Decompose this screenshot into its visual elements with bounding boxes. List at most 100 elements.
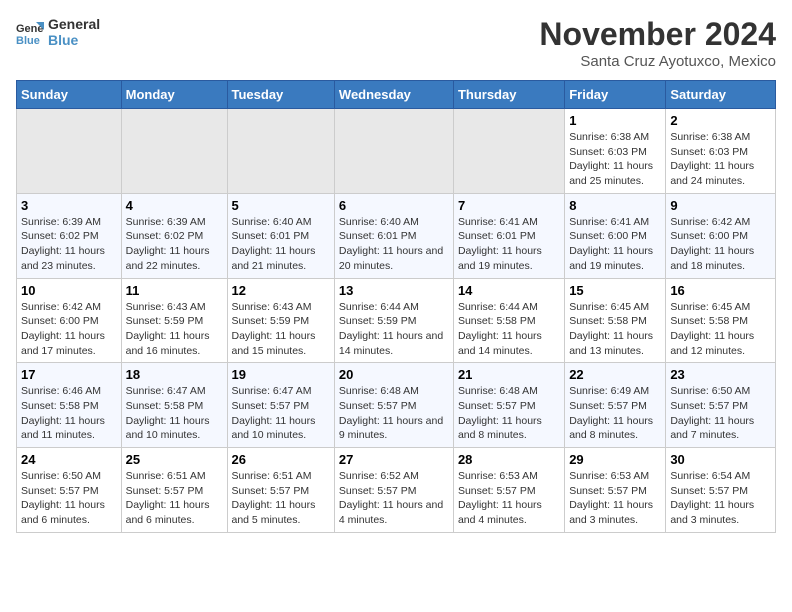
- day-number: 2: [670, 113, 771, 128]
- day-info: Sunrise: 6:51 AMSunset: 5:57 PMDaylight:…: [126, 469, 223, 528]
- day-info: Sunrise: 6:50 AMSunset: 5:57 PMDaylight:…: [21, 469, 117, 528]
- calendar-table: SundayMondayTuesdayWednesdayThursdayFrid…: [16, 80, 776, 533]
- calendar-cell: 28 Sunrise: 6:53 AMSunset: 5:57 PMDayligh…: [453, 448, 564, 533]
- calendar-cell: 3Sunrise: 6:39 AMSunset: 6:02 PMDaylight…: [17, 193, 122, 278]
- day-number: 21: [458, 367, 560, 382]
- calendar-cell: 15 Sunrise: 6:45 AMSunset: 5:58 PMDayligh…: [565, 278, 666, 363]
- calendar-cell: 11 Sunrise: 6:43 AMSunset: 5:59 PMDayligh…: [121, 278, 227, 363]
- weekday-header-tuesday: Tuesday: [227, 81, 334, 109]
- calendar-cell: 2Sunrise: 6:38 AMSunset: 6:03 PMDaylight…: [666, 109, 776, 194]
- calendar-cell: 17 Sunrise: 6:46 AMSunset: 5:58 PMDayligh…: [17, 363, 122, 448]
- day-number: 7: [458, 198, 560, 213]
- calendar-week-3: 10 Sunrise: 6:42 AMSunset: 6:00 PMDayligh…: [17, 278, 776, 363]
- day-info: Sunrise: 6:40 AMSunset: 6:01 PMDaylight:…: [232, 215, 330, 274]
- day-info: Sunrise: 6:54 AMSunset: 5:57 PMDaylight:…: [670, 469, 771, 528]
- weekday-header-wednesday: Wednesday: [334, 81, 453, 109]
- calendar-cell: 10 Sunrise: 6:42 AMSunset: 6:00 PMDayligh…: [17, 278, 122, 363]
- calendar-cell: 1Sunrise: 6:38 AMSunset: 6:03 PMDaylight…: [565, 109, 666, 194]
- day-info: Sunrise: 6:45 AMSunset: 5:58 PMDaylight:…: [569, 300, 661, 359]
- day-number: 4: [126, 198, 223, 213]
- month-title: November 2024: [539, 16, 776, 53]
- calendar-cell: 18 Sunrise: 6:47 AMSunset: 5:58 PMDayligh…: [121, 363, 227, 448]
- day-number: 14: [458, 283, 560, 298]
- day-number: 27: [339, 452, 449, 467]
- day-info: Sunrise: 6:48 AMSunset: 5:57 PMDaylight:…: [458, 384, 560, 443]
- calendar-cell: 23Sunrise: 6:50 AMSunset: 5:57 PMDayligh…: [666, 363, 776, 448]
- calendar-cell: 22 Sunrise: 6:49 AMSunset: 5:57 PMDayligh…: [565, 363, 666, 448]
- day-number: 5: [232, 198, 330, 213]
- calendar-cell: 14 Sunrise: 6:44 AMSunset: 5:58 PMDayligh…: [453, 278, 564, 363]
- day-info: Sunrise: 6:42 AMSunset: 6:00 PMDaylight:…: [670, 215, 771, 274]
- weekday-header-friday: Friday: [565, 81, 666, 109]
- day-number: 8: [569, 198, 661, 213]
- day-info: Sunrise: 6:41 AMSunset: 6:00 PMDaylight:…: [569, 215, 661, 274]
- day-number: 13: [339, 283, 449, 298]
- day-info: Sunrise: 6:43 AMSunset: 5:59 PMDaylight:…: [232, 300, 330, 359]
- calendar-cell: 30Sunrise: 6:54 AMSunset: 5:57 PMDayligh…: [666, 448, 776, 533]
- calendar-cell: 25 Sunrise: 6:51 AMSunset: 5:57 PMDayligh…: [121, 448, 227, 533]
- day-number: 19: [232, 367, 330, 382]
- weekday-header-thursday: Thursday: [453, 81, 564, 109]
- calendar-week-5: 24 Sunrise: 6:50 AMSunset: 5:57 PMDayligh…: [17, 448, 776, 533]
- calendar-cell: 24 Sunrise: 6:50 AMSunset: 5:57 PMDayligh…: [17, 448, 122, 533]
- calendar-header: SundayMondayTuesdayWednesdayThursdayFrid…: [17, 81, 776, 109]
- day-info: Sunrise: 6:49 AMSunset: 5:57 PMDaylight:…: [569, 384, 661, 443]
- calendar-cell: [121, 109, 227, 194]
- day-info: Sunrise: 6:39 AMSunset: 6:02 PMDaylight:…: [21, 215, 117, 274]
- day-number: 25: [126, 452, 223, 467]
- day-info: Sunrise: 6:47 AMSunset: 5:58 PMDaylight:…: [126, 384, 223, 443]
- day-info: Sunrise: 6:41 AMSunset: 6:01 PMDaylight:…: [458, 215, 560, 274]
- calendar-cell: 5 Sunrise: 6:40 AMSunset: 6:01 PMDaylight…: [227, 193, 334, 278]
- day-number: 29: [569, 452, 661, 467]
- day-number: 10: [21, 283, 117, 298]
- day-info: Sunrise: 6:42 AMSunset: 6:00 PMDaylight:…: [21, 300, 117, 359]
- day-number: 20: [339, 367, 449, 382]
- day-info: Sunrise: 6:44 AMSunset: 5:58 PMDaylight:…: [458, 300, 560, 359]
- calendar-cell: 21 Sunrise: 6:48 AMSunset: 5:57 PMDayligh…: [453, 363, 564, 448]
- weekday-header-sunday: Sunday: [17, 81, 122, 109]
- day-info: Sunrise: 6:44 AMSunset: 5:59 PMDaylight:…: [339, 300, 449, 359]
- calendar-cell: 20 Sunrise: 6:48 AMSunset: 5:57 PMDayligh…: [334, 363, 453, 448]
- day-info: Sunrise: 6:43 AMSunset: 5:59 PMDaylight:…: [126, 300, 223, 359]
- calendar-cell: [334, 109, 453, 194]
- day-info: Sunrise: 6:40 AMSunset: 6:01 PMDaylight:…: [339, 215, 449, 274]
- day-number: 11: [126, 283, 223, 298]
- day-info: Sunrise: 6:53 AMSunset: 5:57 PMDaylight:…: [458, 469, 560, 528]
- day-number: 23: [670, 367, 771, 382]
- calendar-week-1: 1Sunrise: 6:38 AMSunset: 6:03 PMDaylight…: [17, 109, 776, 194]
- calendar-cell: 4 Sunrise: 6:39 AMSunset: 6:02 PMDaylight…: [121, 193, 227, 278]
- calendar-cell: [227, 109, 334, 194]
- day-info: Sunrise: 6:47 AMSunset: 5:57 PMDaylight:…: [232, 384, 330, 443]
- day-info: Sunrise: 6:51 AMSunset: 5:57 PMDaylight:…: [232, 469, 330, 528]
- calendar-cell: 26 Sunrise: 6:51 AMSunset: 5:57 PMDayligh…: [227, 448, 334, 533]
- day-info: Sunrise: 6:48 AMSunset: 5:57 PMDaylight:…: [339, 384, 449, 443]
- day-number: 28: [458, 452, 560, 467]
- day-number: 12: [232, 283, 330, 298]
- weekday-header-saturday: Saturday: [666, 81, 776, 109]
- logo: General Blue General Blue: [16, 16, 100, 48]
- calendar-cell: 29Sunrise: 6:53 AMSunset: 5:57 PMDayligh…: [565, 448, 666, 533]
- weekday-header-monday: Monday: [121, 81, 227, 109]
- day-info: Sunrise: 6:46 AMSunset: 5:58 PMDaylight:…: [21, 384, 117, 443]
- day-number: 1: [569, 113, 661, 128]
- calendar-cell: 9 Sunrise: 6:42 AMSunset: 6:00 PMDaylight…: [666, 193, 776, 278]
- calendar-cell: 6 Sunrise: 6:40 AMSunset: 6:01 PMDaylight…: [334, 193, 453, 278]
- day-number: 17: [21, 367, 117, 382]
- logo-line1: General: [48, 16, 100, 32]
- day-number: 24: [21, 452, 117, 467]
- day-number: 22: [569, 367, 661, 382]
- calendar-week-4: 17 Sunrise: 6:46 AMSunset: 5:58 PMDayligh…: [17, 363, 776, 448]
- location-subtitle: Santa Cruz Ayotuxco, Mexico: [539, 53, 776, 70]
- calendar-cell: 8 Sunrise: 6:41 AMSunset: 6:00 PMDaylight…: [565, 193, 666, 278]
- day-number: 9: [670, 198, 771, 213]
- day-number: 26: [232, 452, 330, 467]
- day-number: 6: [339, 198, 449, 213]
- day-number: 18: [126, 367, 223, 382]
- calendar-cell: 12 Sunrise: 6:43 AMSunset: 5:59 PMDayligh…: [227, 278, 334, 363]
- day-number: 15: [569, 283, 661, 298]
- calendar-cell: 27Sunrise: 6:52 AMSunset: 5:57 PMDayligh…: [334, 448, 453, 533]
- svg-text:Blue: Blue: [16, 35, 40, 46]
- calendar-cell: 7 Sunrise: 6:41 AMSunset: 6:01 PMDaylight…: [453, 193, 564, 278]
- day-info: Sunrise: 6:39 AMSunset: 6:02 PMDaylight:…: [126, 215, 223, 274]
- calendar-week-2: 3Sunrise: 6:39 AMSunset: 6:02 PMDaylight…: [17, 193, 776, 278]
